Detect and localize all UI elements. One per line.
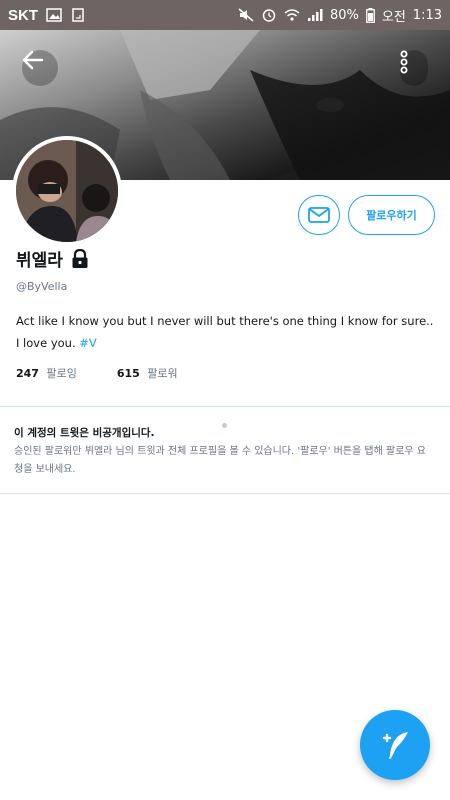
display-name: 뷔엘라 xyxy=(16,251,63,271)
profile-handle: @ByVella xyxy=(16,280,68,293)
following-count: 247 xyxy=(16,367,39,380)
compose-tweet-button[interactable] xyxy=(360,710,430,780)
name-row: 뷔엘라 xyxy=(16,246,89,271)
profile-bio: Act like I know you but I never will but… xyxy=(16,310,436,354)
battery-icon xyxy=(365,7,375,23)
private-account-notice: 이 계정의 트윗은 비공개입니다. 승인된 팔로워만 뷔엘라 님의 트윗과 전체… xyxy=(0,407,450,493)
clipboard-icon xyxy=(72,8,84,22)
following-label: 팔로잉 xyxy=(46,367,77,380)
notice-bottom-divider xyxy=(0,493,450,494)
bio-hashtag-link[interactable]: #V xyxy=(79,336,97,350)
followers-count: 615 xyxy=(116,367,140,380)
following-stat[interactable]: 247 팔로잉 xyxy=(16,365,77,381)
gallery-icon xyxy=(46,8,62,22)
followers-stat[interactable]: 615 팔로워 xyxy=(117,365,178,381)
avatar-photo xyxy=(16,140,118,242)
private-notice-description: 승인된 팔로워만 뷔엘라 님의 트윗과 전체 프로필을 볼 수 있습니다. '팔… xyxy=(14,446,426,475)
status-bar: SKT 80% 오전 1:13 xyxy=(0,0,450,30)
envelope-icon xyxy=(308,207,330,223)
battery-percent: 80% xyxy=(329,7,359,23)
clock-time: 1:13 xyxy=(412,7,442,23)
alarm-icon xyxy=(262,9,276,22)
loading-dot xyxy=(222,423,227,428)
status-left: SKT xyxy=(8,7,86,24)
back-button[interactable] xyxy=(22,50,58,86)
follow-button[interactable]: 팔로우하기 xyxy=(348,195,435,235)
compose-quill-icon xyxy=(382,732,408,759)
signal-icon xyxy=(307,9,323,21)
private-notice-title: 이 계정의 트윗은 비공개입니다. xyxy=(14,427,155,439)
follow-stats: 247 팔로잉 615 팔로워 xyxy=(16,365,178,381)
carrier-label: SKT xyxy=(8,6,38,24)
status-right: 80% 오전 1:13 xyxy=(238,6,442,25)
more-options-button[interactable] xyxy=(400,50,428,86)
arrow-left-icon xyxy=(22,50,44,70)
followers-label: 팔로워 xyxy=(147,367,178,380)
mute-icon xyxy=(238,8,254,22)
vertical-dots-icon xyxy=(400,50,408,74)
profile-avatar[interactable] xyxy=(12,136,122,246)
time-prefix: 오전 xyxy=(381,9,406,25)
wifi-icon xyxy=(284,9,300,21)
direct-message-button[interactable] xyxy=(298,195,340,235)
lock-icon xyxy=(72,248,88,268)
